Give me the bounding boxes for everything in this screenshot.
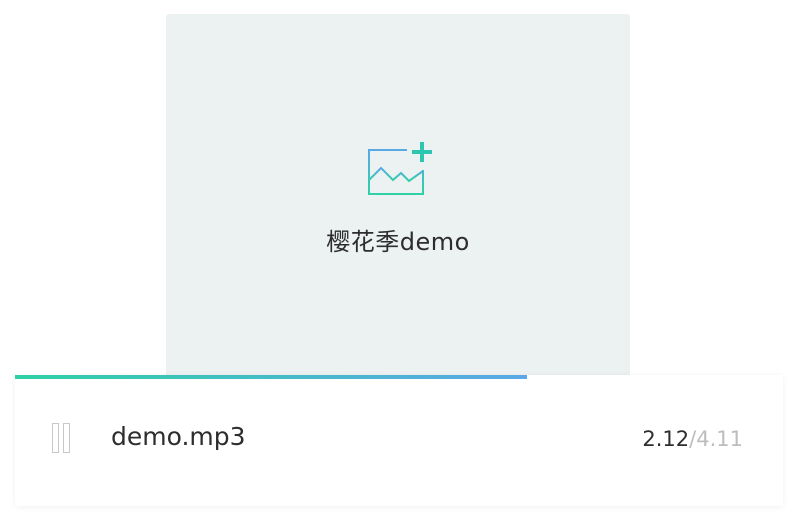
pause-button[interactable] (51, 423, 75, 455)
track-name: demo.mp3 (111, 422, 246, 451)
current-time: 2.12 (642, 427, 690, 451)
audio-player-page: 樱花季demo demo.mp3 2.12/4.11 (0, 0, 796, 520)
add-image-icon[interactable] (367, 140, 435, 198)
pause-icon-bar-right (63, 423, 70, 453)
cover-upload-area[interactable]: 樱花季demo (166, 14, 630, 386)
progress-bar-fill (15, 375, 528, 379)
pause-icon-bar-left (52, 423, 59, 453)
progress-bar[interactable] (15, 375, 783, 379)
cover-title: 樱花季demo (326, 228, 470, 256)
audio-player-bar: demo.mp3 2.12/4.11 (15, 375, 783, 506)
time-display: 2.12/4.11 (642, 427, 743, 451)
total-time: 4.11 (696, 427, 743, 451)
